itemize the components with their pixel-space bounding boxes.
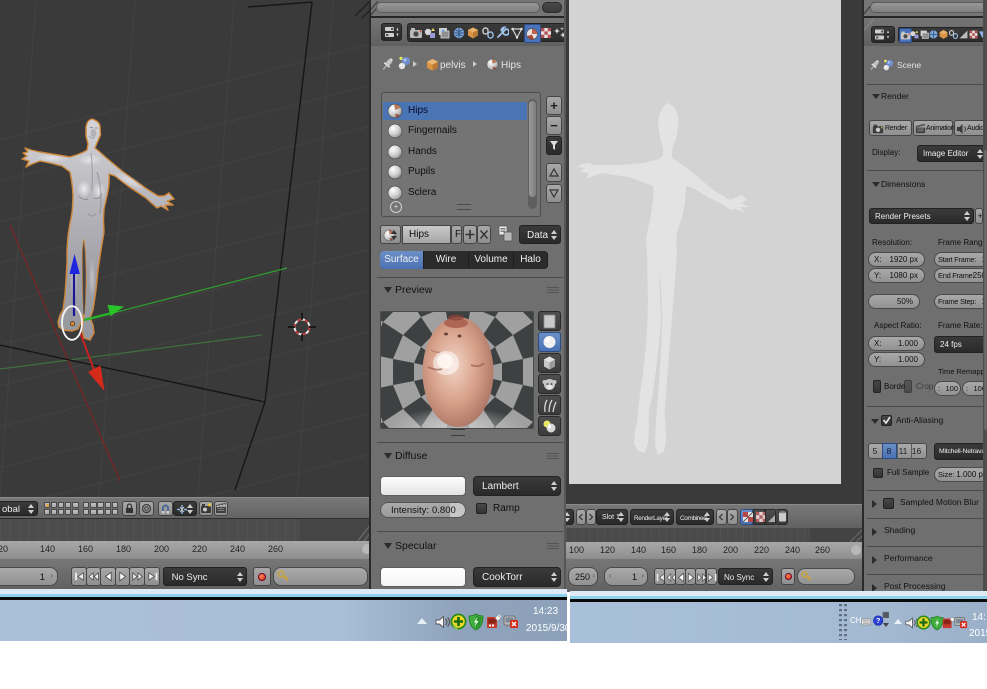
svg-text:?: ? [876, 616, 880, 625]
